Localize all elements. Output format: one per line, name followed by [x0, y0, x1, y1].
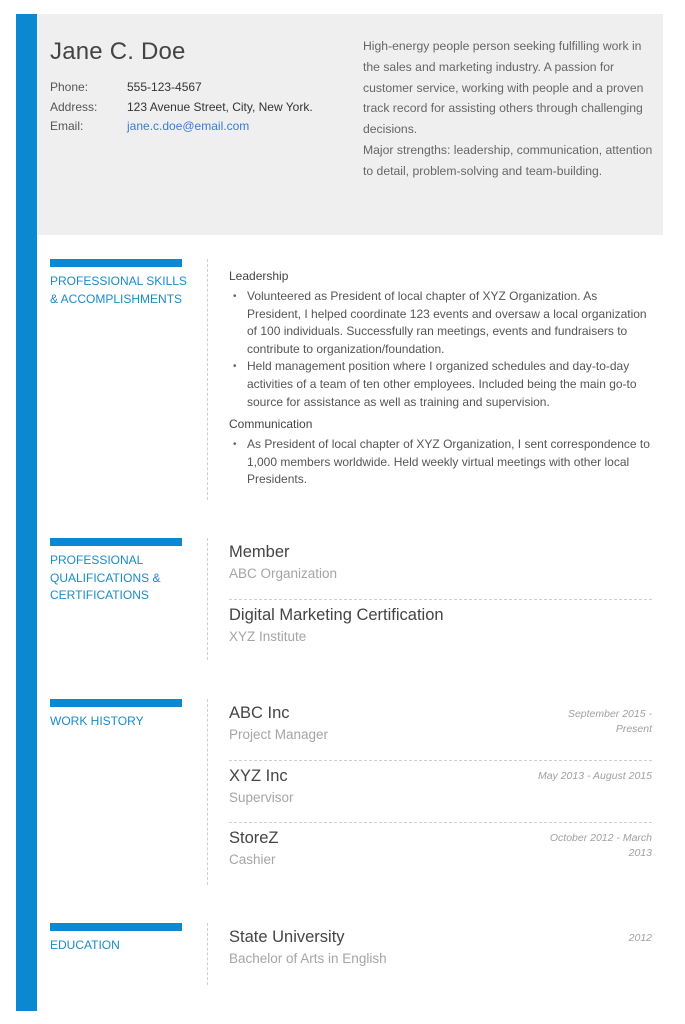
work-entry: XYZ Inc Supervisor May 2013 - August 201… — [229, 761, 652, 823]
entry-date: May 2013 - August 2015 — [537, 770, 652, 782]
skill-item: As President of local chapter of XYZ Org… — [233, 436, 652, 489]
section-body: ABC Inc Project Manager September 2015 -… — [207, 699, 652, 885]
skill-group-heading: Communication — [229, 417, 313, 432]
email-label: Email: — [50, 119, 84, 133]
contact-email: Email: jane.c.doe@email.com — [50, 117, 313, 137]
section-body: Member ABC Organization Digital Marketin… — [207, 538, 652, 660]
entry-title: Member — [229, 543, 290, 561]
address-label: Address: — [50, 99, 98, 114]
skill-list: As President of local chapter of XYZ Org… — [229, 436, 652, 489]
phone-value: 555-123-4567 — [127, 80, 202, 94]
entry-subtitle: Bachelor of Arts in English — [229, 951, 387, 966]
skill-group-heading: Leadership — [229, 269, 289, 283]
entry-date: 2012 — [628, 932, 652, 944]
section-marker — [50, 699, 182, 707]
skill-item: Volunteered as President of local chapte… — [233, 288, 652, 358]
professional-summary: High-energy people person seeking fulfil… — [363, 36, 653, 182]
contact-phone: Phone: 555-123-4567 — [50, 78, 313, 98]
entry-date: September 2015 - Present — [567, 708, 652, 735]
section-marker — [50, 259, 182, 267]
skill-list: Volunteered as President of local chapte… — [229, 288, 652, 411]
qualification-entry: Digital Marketing Certification XYZ Inst… — [229, 600, 652, 660]
summary-strengths: Major strengths: leadership, communicati… — [363, 142, 653, 178]
entry-title: Digital Marketing Certification — [229, 606, 444, 624]
work-entry: StoreZ Cashier October 2012 - March 2013 — [229, 823, 652, 885]
section-body: State University Bachelor of Arts in Eng… — [207, 923, 652, 985]
entry-date: October 2012 - March 2013 — [549, 832, 652, 859]
resume-header: Jane C. Doe Phone: 555-123-4567 Address:… — [37, 14, 663, 235]
section-title: EDUCATION — [50, 938, 120, 952]
education-entry: State University Bachelor of Arts in Eng… — [229, 923, 652, 983]
entry-subtitle: Supervisor — [229, 790, 294, 805]
section-title: PROFESSIONAL QUALIFICATIONS & CERTIFICAT… — [50, 553, 161, 602]
contact-address: Address: 123 Avenue Street, City, New Yo… — [50, 98, 313, 118]
contact-info: Phone: 555-123-4567 Address: 123 Avenue … — [50, 78, 313, 137]
email-link[interactable]: jane.c.doe@email.com — [127, 117, 249, 137]
entry-subtitle: ABC Organization — [229, 566, 338, 581]
skill-item: Held management position where I organiz… — [233, 358, 652, 411]
candidate-name: Jane C. Doe — [50, 38, 186, 65]
summary-paragraph: High-energy people person seeking fulfil… — [363, 39, 644, 137]
section-marker — [50, 923, 182, 931]
section-marker — [50, 538, 182, 546]
accent-bar — [16, 14, 37, 1011]
section-body: Leadership Volunteered as President of l… — [207, 259, 652, 500]
section-title: PROFESSIONAL SKILLS & ACCOMPLISHMENTS — [50, 274, 187, 306]
qualification-entry: Member ABC Organization — [229, 538, 652, 600]
section-title: WORK HISTORY — [50, 714, 144, 728]
address-value: 123 Avenue Street, City, New York. — [127, 99, 313, 114]
work-entry: ABC Inc Project Manager September 2015 -… — [229, 699, 652, 761]
entry-subtitle: XYZ Institute — [229, 629, 307, 644]
phone-label: Phone: — [50, 80, 89, 94]
